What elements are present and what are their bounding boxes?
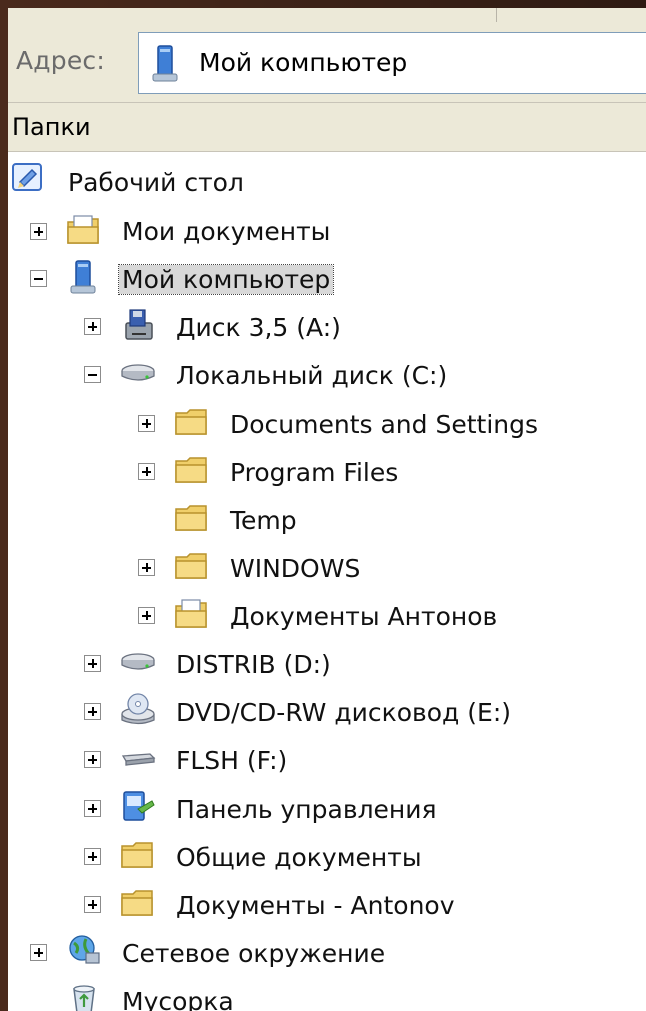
expand-toggle-documents-antonov-2[interactable] xyxy=(84,896,101,913)
hard-drive-icon xyxy=(121,653,155,670)
floppy-drive-icon xyxy=(125,309,153,340)
address-label: Адрес: xyxy=(16,46,106,75)
folder-icon xyxy=(175,409,207,435)
toolbar-strip xyxy=(8,8,646,23)
my-computer-icon xyxy=(152,45,178,82)
tree-item-temp[interactable]: Temp xyxy=(230,506,297,535)
folder-icon xyxy=(175,457,207,483)
network-places-icon xyxy=(69,935,100,964)
tree-item-documents-dash-antonov[interactable]: Документы - Antonov xyxy=(176,891,455,920)
expand-toggle-windows[interactable] xyxy=(138,559,155,576)
hard-drive-icon xyxy=(121,364,155,381)
explorer-panel: Адрес: Мой компьютер Папки Рабочий стол xyxy=(8,8,646,1011)
folder-tree: Рабочий стол Мои документы Мой компьютер… xyxy=(8,151,646,1011)
expand-toggle-shared-documents[interactable] xyxy=(84,848,101,865)
tree-item-my-documents[interactable]: Мои документы xyxy=(122,217,330,246)
expand-toggle-documents-antonov[interactable] xyxy=(138,607,155,624)
expand-toggle-dvd-e[interactable] xyxy=(84,703,101,720)
expand-toggle-network-places[interactable] xyxy=(30,944,47,961)
expand-toggle-program-files[interactable] xyxy=(138,463,155,480)
desktop-icon xyxy=(12,163,42,191)
address-bar: Адрес: Мой компьютер xyxy=(8,22,646,103)
expand-toggle-floppy[interactable] xyxy=(84,318,101,335)
tree-item-my-computer[interactable]: Мой компьютер xyxy=(117,264,335,295)
tree-item-documents-and-settings[interactable]: Documents and Settings xyxy=(230,410,538,439)
recycle-bin-icon xyxy=(73,985,95,1011)
my-computer-icon xyxy=(70,260,96,294)
tree-item-floppy-a[interactable]: Диск 3,5 (A:) xyxy=(176,313,341,342)
expand-toggle-flsh-f[interactable] xyxy=(84,751,101,768)
collapse-toggle-my-computer[interactable] xyxy=(30,270,47,287)
address-value: Мой компьютер xyxy=(199,48,408,77)
expand-toggle-distrib-d[interactable] xyxy=(84,655,101,672)
tree-item-network-places[interactable]: Сетевое окружение xyxy=(122,939,385,968)
tree-item-local-disk-c[interactable]: Локальный диск (C:) xyxy=(176,361,447,390)
tree-item-shared-documents[interactable]: Общие документы xyxy=(176,843,422,872)
tree-item-program-files[interactable]: Program Files xyxy=(230,458,398,487)
folders-pane-title: Папки xyxy=(12,113,91,141)
tree-item-dvd-cd-rw-e[interactable]: DVD/CD-RW дисковод (E:) xyxy=(176,698,511,727)
my-documents-icon xyxy=(67,215,99,244)
tree-item-control-panel[interactable]: Панель управления xyxy=(176,795,437,824)
address-field[interactable]: Мой компьютер xyxy=(138,32,646,94)
expand-toggle-documents-and-settings[interactable] xyxy=(138,415,155,432)
tree-item-flsh-f[interactable]: FLSH (F:) xyxy=(176,746,287,775)
removable-drive-icon xyxy=(121,753,156,766)
tree-item-documents-antonov[interactable]: Документы Антонов xyxy=(230,602,497,631)
folder-icon xyxy=(175,505,207,531)
folders-pane-header: Папки xyxy=(8,103,646,152)
collapse-toggle-local-disk-c[interactable] xyxy=(84,366,101,383)
tree-item-distrib-d[interactable]: DISTRIB (D:) xyxy=(176,650,331,679)
expand-toggle-my-documents[interactable] xyxy=(30,223,47,240)
toolbar-separator xyxy=(496,8,497,22)
shared-documents-folder-icon xyxy=(175,599,207,628)
tree-item-recycle-bin[interactable]: Мусорка xyxy=(122,987,234,1011)
tree-item-desktop[interactable]: Рабочий стол xyxy=(68,168,244,197)
folder-icon xyxy=(121,842,153,868)
control-panel-icon xyxy=(123,791,155,821)
tree-item-windows[interactable]: WINDOWS xyxy=(230,554,360,583)
cd-drive-icon xyxy=(121,693,155,725)
expand-toggle-control-panel[interactable] xyxy=(84,800,101,817)
folder-icon xyxy=(121,890,153,916)
folder-icon xyxy=(175,553,207,579)
